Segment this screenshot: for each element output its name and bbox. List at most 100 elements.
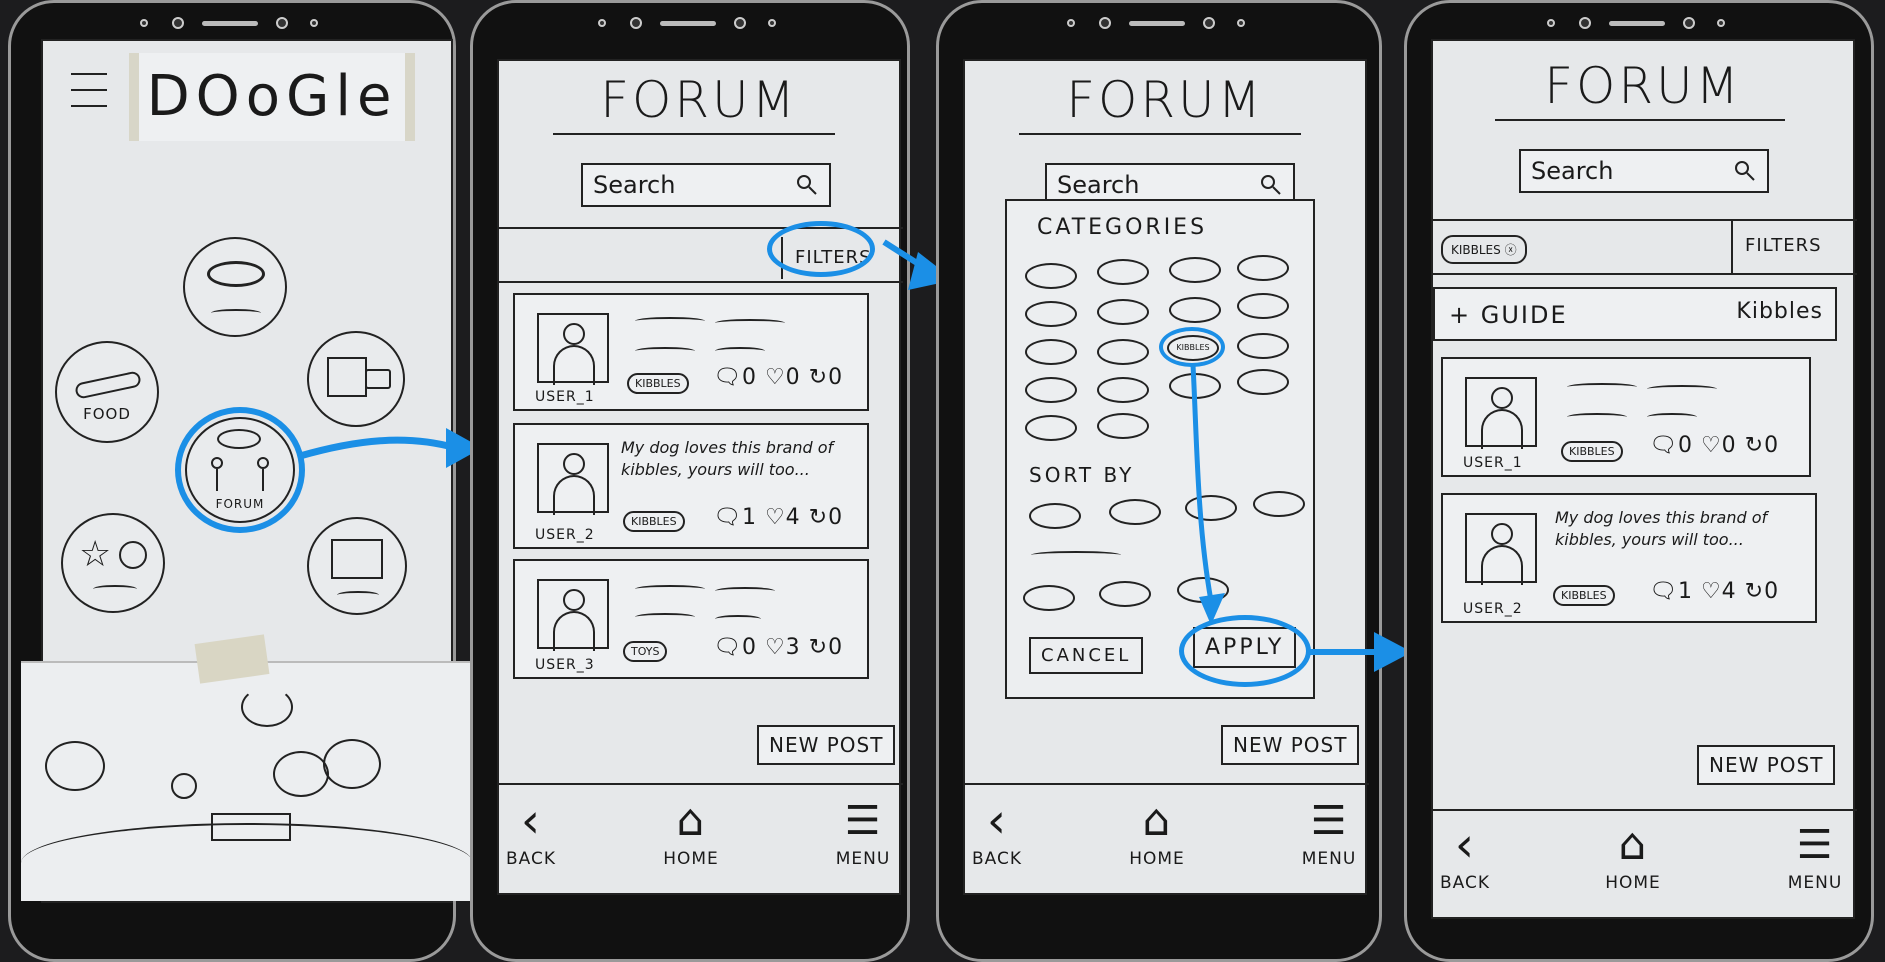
nav-home[interactable]: ⌂ HOME [651, 793, 731, 869]
search-input[interactable]: Search [581, 163, 831, 207]
post-tag[interactable]: KIBBLES [627, 373, 689, 394]
home-icon: ⌂ [1618, 819, 1648, 870]
heart-icon[interactable]: ♡ [1701, 433, 1722, 458]
heart-icon[interactable]: ♡ [1701, 579, 1722, 604]
filter-bar: KIBBLES ⓧ FILTERS [1433, 219, 1857, 275]
nav-menu[interactable]: ☰ MENU [833, 793, 893, 869]
category-option[interactable] [1237, 333, 1289, 359]
nav-back-label: BACK [505, 849, 556, 869]
category-documents[interactable] [307, 331, 405, 427]
comment-icon[interactable]: 🗨 [713, 365, 742, 390]
category-option[interactable] [1025, 263, 1077, 289]
post-tag[interactable]: KIBBLES [623, 511, 685, 532]
post-stats: 🗨0 ♡3 ↻0 [713, 635, 843, 660]
page-title: FORUM [1544, 57, 1742, 115]
phone-sensor-bar [570, 11, 810, 37]
filter-bar: FILTERS [499, 221, 903, 283]
category-option[interactable] [1097, 413, 1149, 439]
search-icon [1735, 161, 1755, 181]
category-option[interactable] [1097, 377, 1149, 403]
share-count: 0 [1764, 433, 1780, 458]
nav-back[interactable]: ‹ BACK [1435, 817, 1495, 893]
new-post-button[interactable]: NEW POST [1221, 725, 1360, 765]
phone-sensor-bar [1039, 11, 1279, 37]
post-card-3[interactable]: USER_3 TOYS 🗨0 ♡3 ↻0 [513, 559, 869, 679]
share-count: 0 [1764, 579, 1780, 604]
cancel-button[interactable]: CANCEL [1029, 637, 1144, 674]
category-option[interactable] [1025, 339, 1077, 365]
guide-banner[interactable]: + GUIDE Kibbles [1433, 287, 1837, 341]
remove-filter-icon[interactable]: ⓧ [1505, 243, 1517, 257]
share-icon[interactable]: ↻ [809, 635, 828, 660]
new-post-button[interactable]: NEW POST [757, 725, 896, 765]
share-icon[interactable]: ↻ [809, 505, 828, 530]
phone-sensor-bar [1519, 11, 1759, 37]
chart-board-icon [331, 539, 383, 579]
comment-icon[interactable]: 🗨 [1649, 579, 1678, 604]
share-icon[interactable]: ↻ [1745, 433, 1764, 458]
share-icon[interactable]: ↻ [1745, 579, 1764, 604]
heart-icon[interactable]: ♡ [765, 505, 786, 530]
post-text: My dog loves this brand of kibbles, your… [621, 438, 834, 479]
new-post-button[interactable]: NEW POST [1697, 745, 1836, 785]
category-option[interactable] [1169, 257, 1221, 283]
comment-icon[interactable]: 🗨 [713, 635, 742, 660]
title-underline [553, 133, 835, 135]
category-option[interactable] [1097, 339, 1149, 365]
phone-frame-4: FORUM Search KIBBLES ⓧ FILTERS + GUIDE K… [1404, 0, 1874, 962]
sort-option[interactable] [1099, 581, 1151, 607]
share-icon[interactable]: ↻ [809, 365, 828, 390]
sort-option[interactable] [1253, 491, 1305, 517]
post-tag[interactable]: KIBBLES [1553, 585, 1615, 606]
comment-count: 1 [741, 505, 757, 530]
nav-menu-label: MENU [835, 849, 891, 869]
post-tag[interactable]: TOYS [623, 641, 668, 662]
heart-icon[interactable]: ♡ [765, 635, 786, 660]
category-option[interactable] [1025, 377, 1077, 403]
sort-option[interactable] [1029, 503, 1081, 529]
phone-frame-1: DOoGle FOOD FORUM ☆ [8, 0, 473, 962]
category-collar[interactable] [183, 237, 287, 337]
nav-menu[interactable]: ☰ MENU [1785, 817, 1845, 893]
like-count: 4 [785, 505, 801, 530]
add-guide-link[interactable]: + GUIDE [1449, 301, 1568, 329]
nav-back[interactable]: ‹ BACK [501, 793, 561, 869]
post-card-2[interactable]: USER_2 My dog loves this brand of kibble… [513, 423, 869, 549]
share-count: 0 [828, 635, 844, 660]
nav-menu[interactable]: ☰ MENU [1299, 793, 1359, 869]
post-text: My dog loves this brand of kibbles, your… [1555, 508, 1768, 549]
nav-menu-label: MENU [1301, 849, 1357, 869]
category-option[interactable] [1097, 259, 1149, 285]
category-option[interactable] [1169, 297, 1221, 323]
category-option[interactable] [1237, 255, 1289, 281]
category-option[interactable] [1237, 293, 1289, 319]
filters-button[interactable]: FILTERS [1731, 221, 1834, 273]
category-food[interactable]: FOOD [55, 341, 159, 443]
category-option[interactable] [1097, 299, 1149, 325]
bottom-nav: ‹ BACK ⌂ HOME ☰ MENU [1433, 809, 1857, 919]
heart-icon[interactable]: ♡ [765, 365, 786, 390]
back-chevron-icon: ‹ [986, 793, 1008, 849]
sort-option[interactable] [1023, 585, 1075, 611]
category-option[interactable] [1025, 301, 1077, 327]
nav-home[interactable]: ⌂ HOME [1593, 817, 1673, 893]
hamburger-menu-icon[interactable] [71, 67, 109, 115]
post-card-1[interactable]: USER_1 KIBBLES 🗨0 ♡0 ↻0 [1441, 357, 1811, 477]
category-statistics[interactable] [307, 517, 407, 615]
sort-option[interactable] [1109, 499, 1161, 525]
filter-dialog: CATEGORIES KIBBLES SORT BY CANCEL APPLY [1005, 199, 1315, 699]
post-card-2[interactable]: USER_2 My dog loves this brand of kibble… [1441, 493, 1817, 623]
nav-home-label: HOME [1129, 849, 1185, 869]
nav-home[interactable]: ⌂ HOME [1117, 793, 1197, 869]
active-filter-chip[interactable]: KIBBLES ⓧ [1441, 235, 1527, 264]
comment-icon[interactable]: 🗨 [1649, 433, 1678, 458]
search-icon [1261, 175, 1281, 195]
post-card-1[interactable]: USER_1 KIBBLES 🗨0 ♡0 ↻0 [513, 293, 869, 411]
nav-back[interactable]: ‹ BACK [967, 793, 1027, 869]
category-favorites[interactable]: ☆ [61, 513, 165, 613]
post-tag[interactable]: KIBBLES [1561, 441, 1623, 462]
category-option[interactable] [1237, 369, 1289, 395]
comment-icon[interactable]: 🗨 [713, 505, 742, 530]
search-input[interactable]: Search [1519, 149, 1769, 193]
category-option[interactable] [1025, 415, 1077, 441]
